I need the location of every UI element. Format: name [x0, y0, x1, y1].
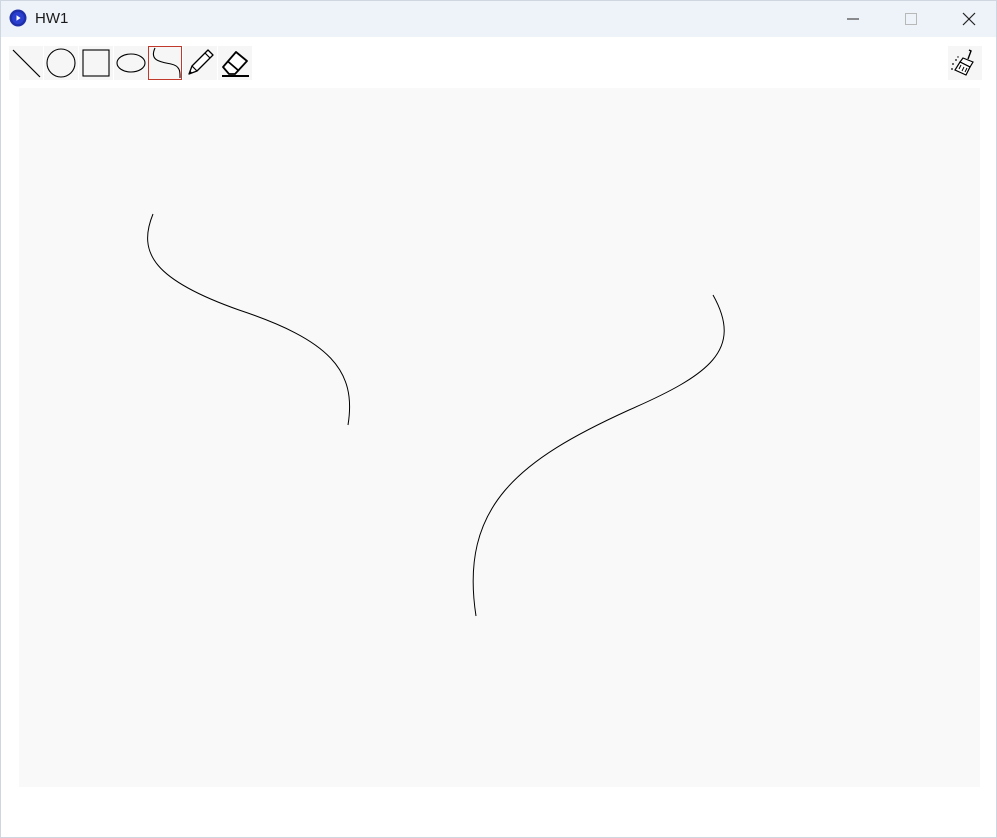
pencil-tool[interactable]	[183, 46, 217, 80]
line-icon	[12, 49, 41, 78]
drawing-canvas[interactable]	[19, 88, 980, 787]
maximize-icon	[905, 13, 917, 25]
ellipse-icon	[116, 53, 146, 73]
title-bar[interactable]: HW1	[1, 1, 996, 37]
close-icon	[962, 12, 976, 26]
canvas-drawing	[147, 213, 725, 617]
rectangle-icon	[82, 49, 110, 77]
window-title: HW1	[35, 10, 69, 27]
broom-icon	[951, 49, 974, 76]
close-button[interactable]	[940, 1, 997, 37]
rectangle-tool[interactable]	[79, 46, 113, 80]
bezier-curve-icon	[153, 47, 181, 79]
circle-tool[interactable]	[44, 46, 78, 80]
minimize-icon	[847, 18, 859, 20]
curve-shape-2	[472, 294, 725, 617]
minimize-button[interactable]	[824, 1, 882, 37]
ellipse-tool[interactable]	[114, 46, 148, 80]
circle-icon	[46, 48, 76, 78]
app-circle-icon	[9, 9, 27, 27]
curve-shape-1	[147, 213, 351, 426]
toolbar	[1, 37, 996, 87]
eraser-icon	[222, 51, 249, 77]
line-tool[interactable]	[9, 46, 43, 80]
curve-tool[interactable]	[148, 46, 182, 80]
pencil-icon	[188, 49, 214, 75]
clear-canvas-tool[interactable]	[948, 46, 982, 80]
eraser-tool[interactable]	[218, 46, 252, 80]
app-window: HW1	[0, 0, 997, 838]
maximize-button[interactable]	[882, 1, 940, 37]
